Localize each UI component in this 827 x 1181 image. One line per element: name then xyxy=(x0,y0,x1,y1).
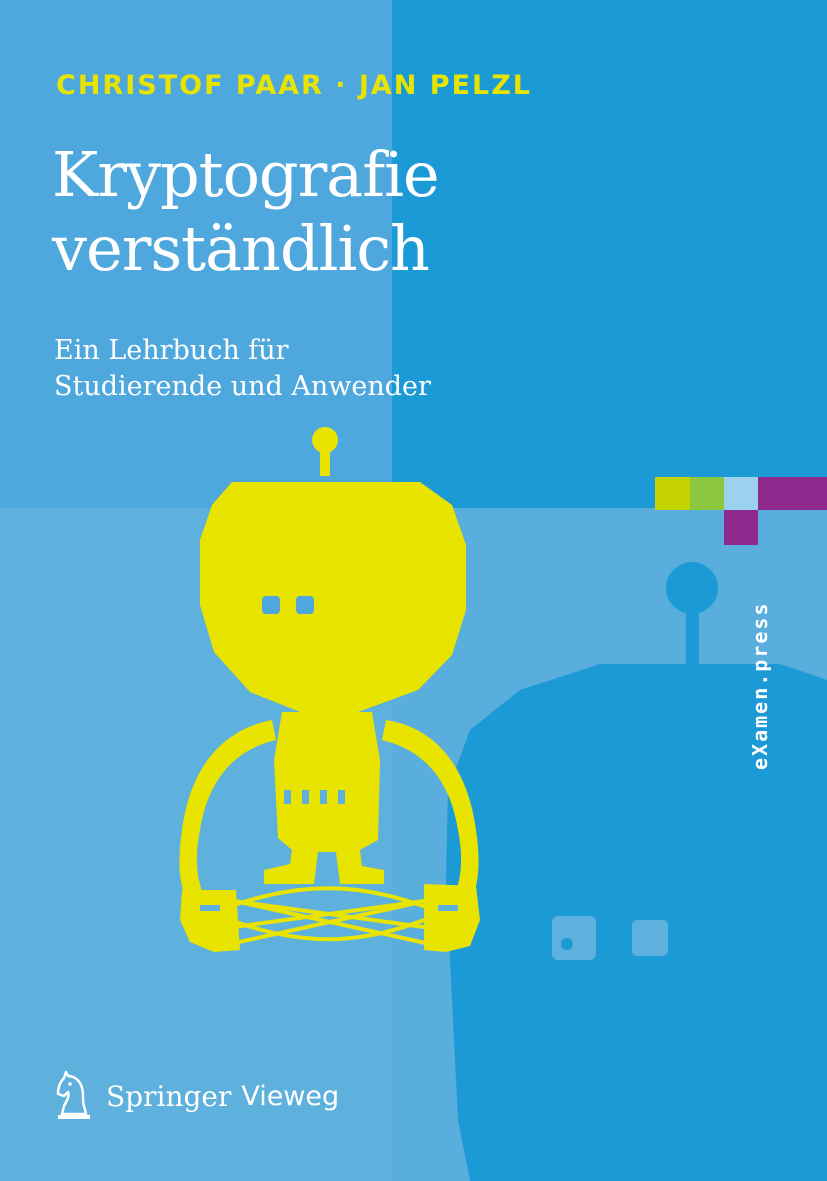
title-line-2: verständlich xyxy=(52,212,430,285)
yellow-robot-string-figure xyxy=(211,886,447,946)
series-color-blocks xyxy=(655,477,827,545)
series-block-4 xyxy=(758,477,827,510)
series-block-2 xyxy=(690,477,724,510)
series-block-3 xyxy=(724,477,758,510)
publisher-imprint: Vieweg xyxy=(241,1080,340,1112)
series-block-5 xyxy=(724,510,758,545)
publisher-name: Springer xyxy=(106,1079,232,1113)
book-subtitle: Ein Lehrbuch für Studierende und Anwende… xyxy=(54,333,574,405)
author-names: CHRISTOF PAAR · JAN PELZL xyxy=(56,70,533,101)
yellow-robot xyxy=(179,427,480,952)
knight-chess-piece-icon xyxy=(56,1070,90,1119)
series-name: eXamen.press xyxy=(748,602,772,771)
subtitle-line-2: Studierende und Anwender xyxy=(54,371,431,402)
title-line-1: Kryptografie xyxy=(52,138,440,211)
subtitle-line-1: Ein Lehrbuch für xyxy=(54,335,289,366)
book-title: Kryptografie verständlich xyxy=(52,138,572,286)
series-block-1 xyxy=(655,477,690,510)
book-cover: CHRISTOF PAAR · JAN PELZL Kryptografie v… xyxy=(0,0,827,1181)
publisher-logo: Springer Vieweg xyxy=(52,1066,339,1126)
